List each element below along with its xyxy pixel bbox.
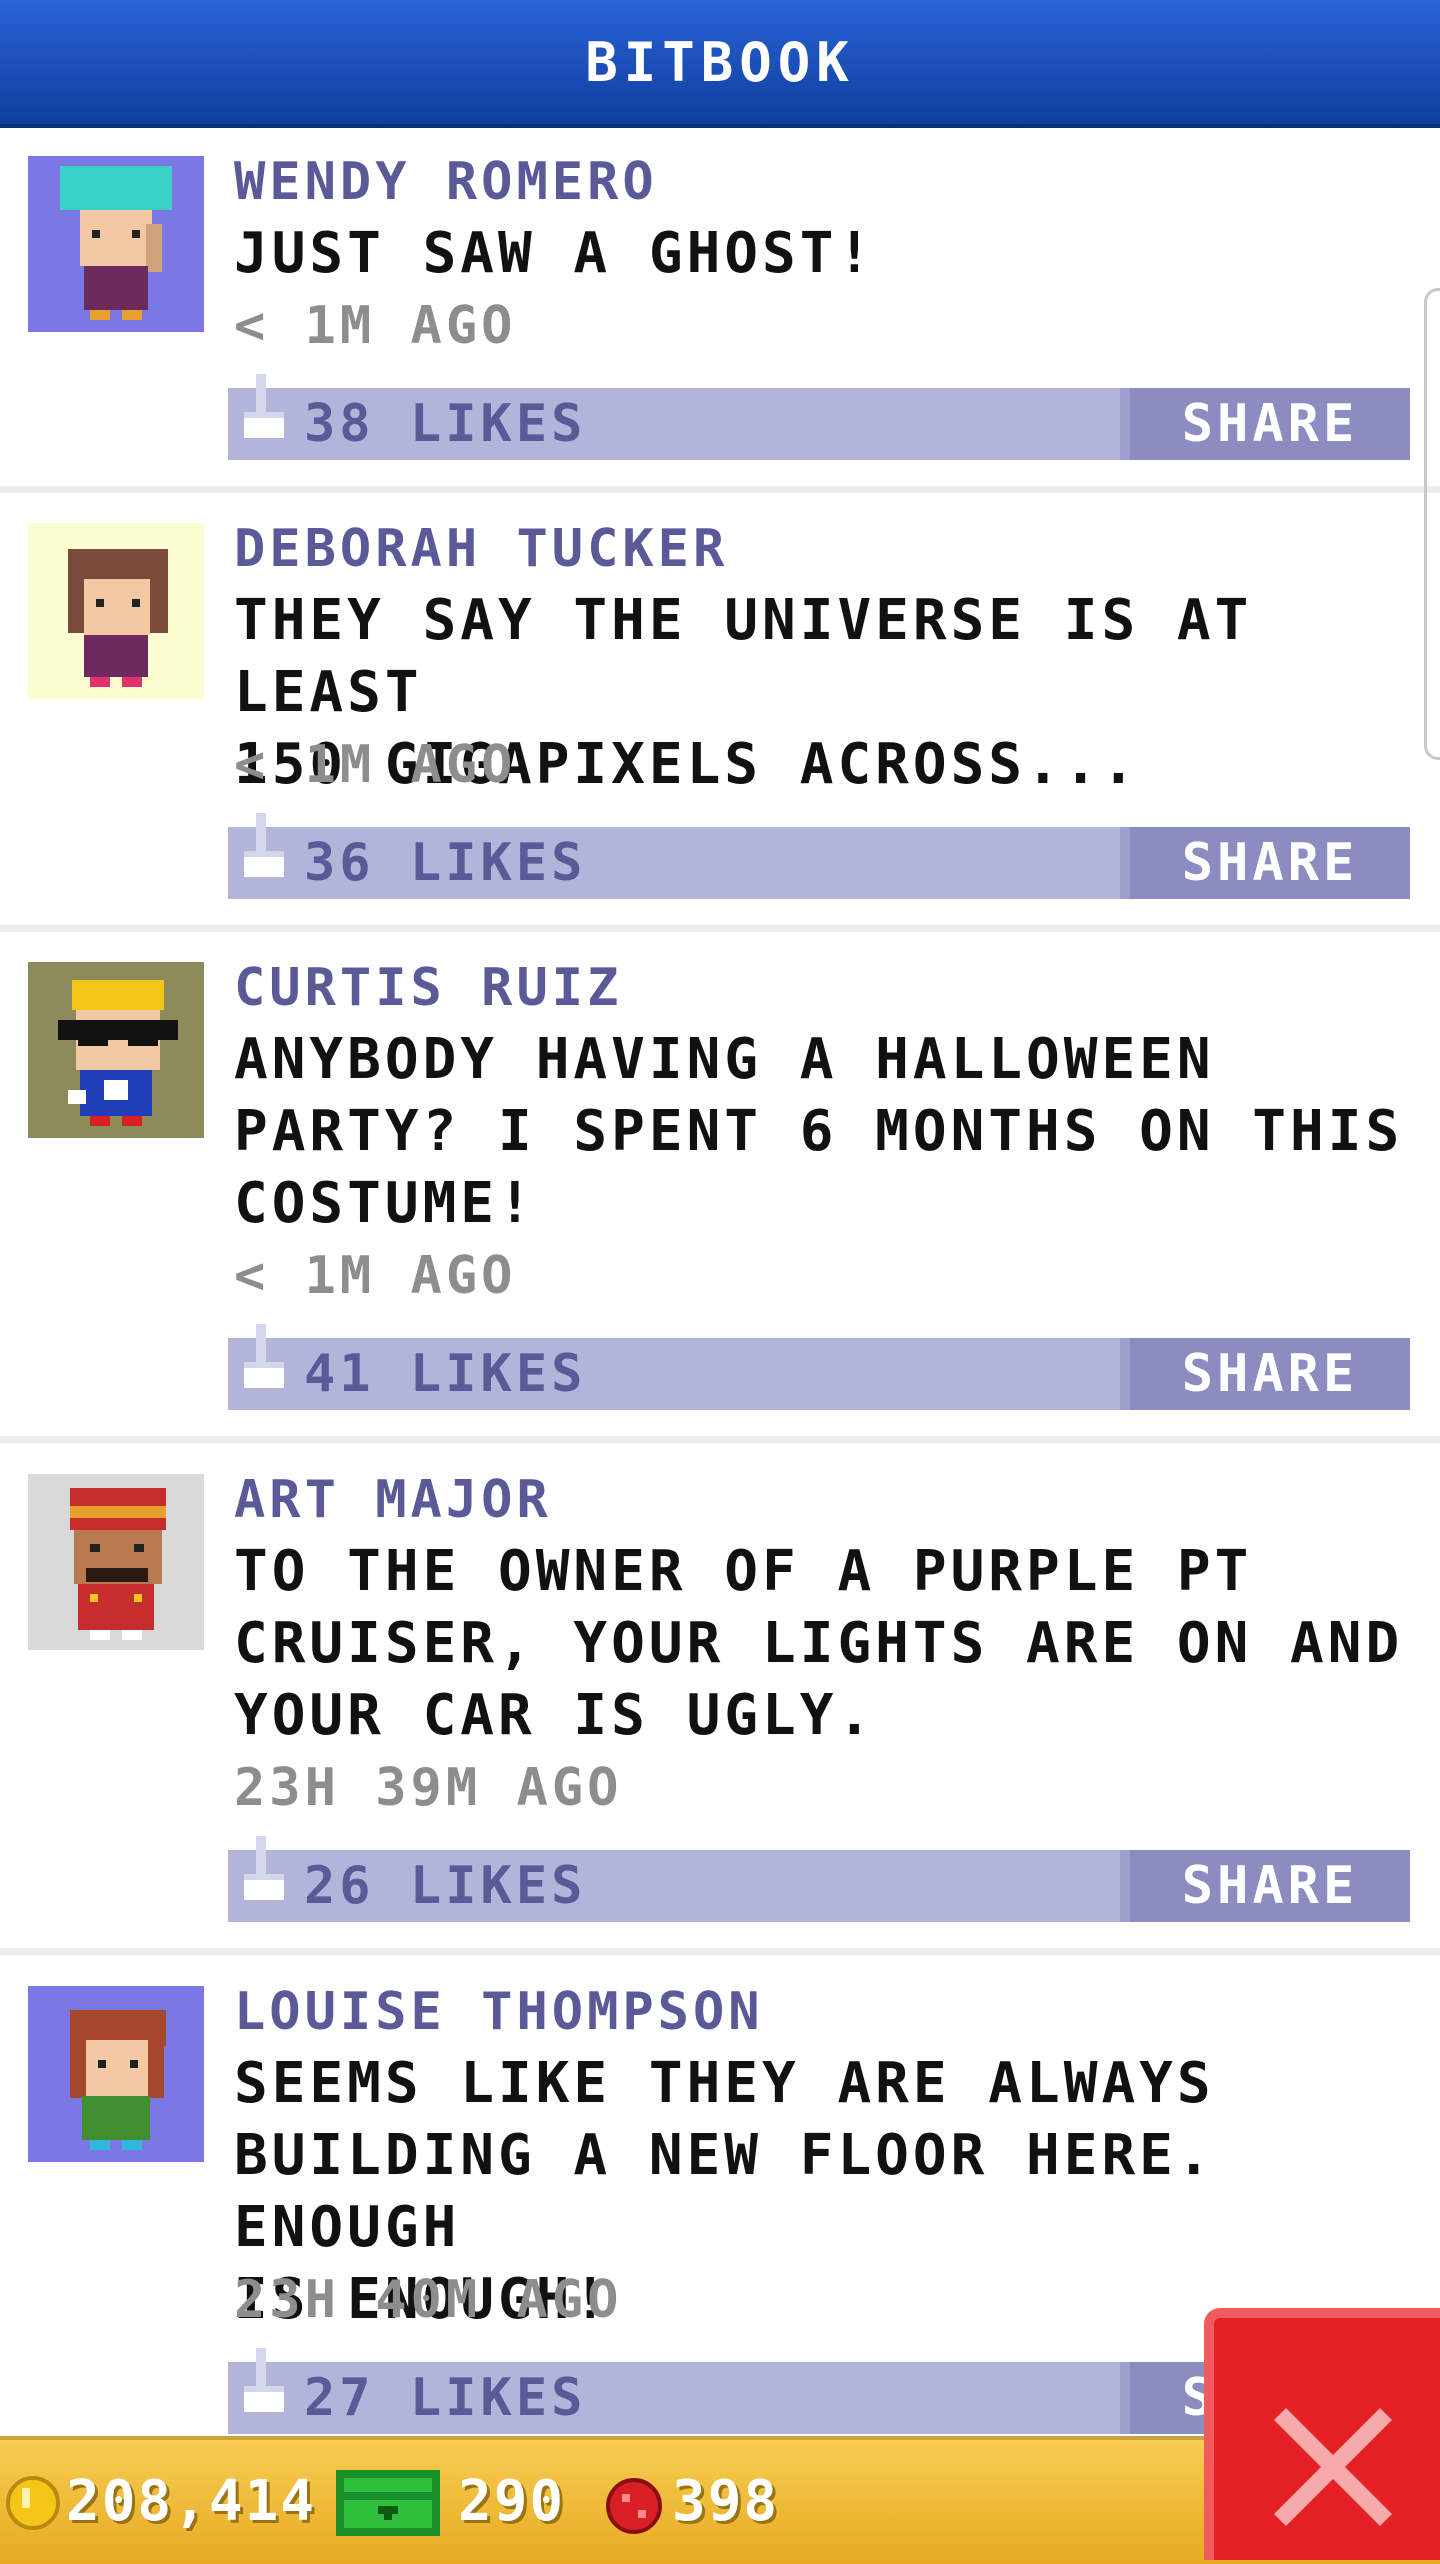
coin-icon bbox=[6, 2476, 60, 2530]
likes-count[interactable]: 26 LIKES bbox=[304, 1850, 586, 1922]
share-button[interactable]: SHARE bbox=[1120, 1338, 1410, 1410]
post-message: ANYBODY HAVING A HALLOWEEN PARTY? I SPEN… bbox=[234, 1027, 1404, 1236]
avatar-curtis-icon bbox=[28, 962, 204, 1138]
likes-count[interactable]: 38 LIKES bbox=[304, 388, 586, 460]
post-divider bbox=[0, 925, 1440, 932]
avatar[interactable] bbox=[28, 1986, 204, 2162]
thumbs-up-icon bbox=[244, 1836, 284, 1900]
app-header: BITBOOK bbox=[0, 0, 1440, 128]
post-time: 23H 39M AGO bbox=[234, 1758, 623, 1818]
avatar[interactable] bbox=[28, 962, 204, 1138]
post-actions-bar: 41 LIKES SHARE bbox=[228, 1324, 1410, 1410]
scroll-indicator[interactable] bbox=[1424, 288, 1440, 760]
post-actions-bar: 36 LIKES SHARE bbox=[228, 813, 1410, 899]
likes-count[interactable]: 27 LIKES bbox=[304, 2362, 586, 2434]
post-time: < 1M AGO bbox=[234, 296, 517, 356]
avatar-deborah-icon bbox=[28, 523, 204, 699]
close-icon bbox=[1274, 2408, 1392, 2526]
post-author[interactable]: CURTIS RUIZ bbox=[234, 952, 622, 1024]
post-divider bbox=[0, 486, 1440, 493]
post-divider bbox=[0, 1948, 1440, 1955]
bux-icon bbox=[336, 2470, 440, 2536]
post-time: 23H 40M AGO bbox=[234, 2270, 623, 2330]
avatar[interactable] bbox=[28, 1474, 204, 1650]
likes-count[interactable]: 36 LIKES bbox=[304, 827, 586, 899]
share-button[interactable]: SHARE bbox=[1120, 388, 1410, 460]
thumbs-up-icon bbox=[244, 2348, 284, 2412]
post-author[interactable]: ART MAJOR bbox=[234, 1464, 552, 1536]
coins-count: 208,414 bbox=[66, 2469, 317, 2534]
post-author[interactable]: WENDY ROMERO bbox=[234, 146, 658, 218]
post-time: < 1M AGO bbox=[234, 1246, 517, 1306]
avatar-art-icon bbox=[28, 1474, 204, 1650]
post-actions-bar: 26 LIKES SHARE bbox=[228, 1836, 1410, 1922]
avatar[interactable] bbox=[28, 523, 204, 699]
post-divider bbox=[0, 1436, 1440, 1443]
avatar-louise-icon bbox=[28, 1986, 204, 2162]
thumbs-up-icon bbox=[244, 1324, 284, 1388]
thumbs-up-icon bbox=[244, 813, 284, 877]
thumbs-up-icon bbox=[244, 374, 284, 438]
post-message: JUST SAW A GHOST! bbox=[234, 221, 876, 286]
post-author[interactable]: DEBORAH TUCKER bbox=[234, 513, 728, 585]
avatar-wendy-icon bbox=[28, 156, 204, 332]
avatar[interactable] bbox=[28, 156, 204, 332]
gem-icon bbox=[606, 2478, 662, 2534]
post-author[interactable]: LOUISE THOMPSON bbox=[234, 1976, 764, 2048]
post-actions-bar: 38 LIKES SHARE bbox=[228, 374, 1410, 460]
page-title: BITBOOK bbox=[585, 30, 855, 94]
gems-count: 398 bbox=[672, 2469, 780, 2534]
close-button[interactable] bbox=[1204, 2308, 1440, 2560]
post-message: TO THE OWNER OF A PURPLE PT CRUISER, YOU… bbox=[234, 1539, 1404, 1748]
share-button[interactable]: SHARE bbox=[1120, 827, 1410, 899]
bux-count: 290 bbox=[458, 2469, 566, 2534]
post-time: < 1M AGO bbox=[234, 735, 517, 795]
share-button[interactable]: SHARE bbox=[1120, 1850, 1410, 1922]
likes-count[interactable]: 41 LIKES bbox=[304, 1338, 586, 1410]
